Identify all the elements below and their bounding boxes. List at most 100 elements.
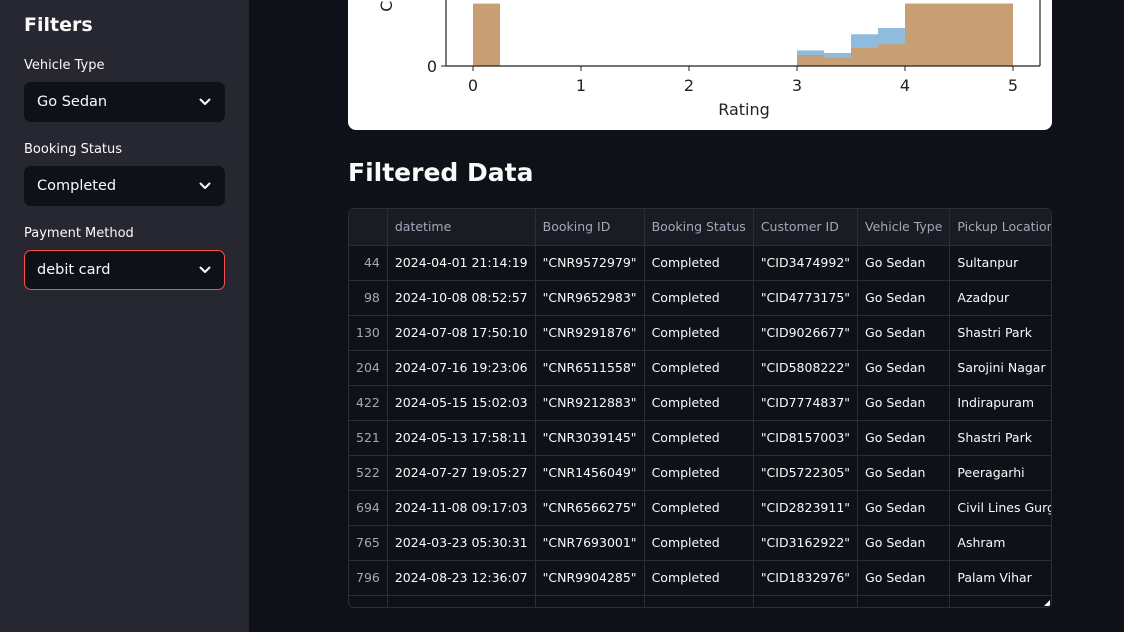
- resize-handle[interactable]: [1044, 600, 1050, 606]
- table-cell[interactable]: Peeragarhi: [949, 455, 1051, 491]
- table-row[interactable]: 522 2024-07-27 19:05:27 "CNR1456049" Comple…: [349, 455, 1051, 491]
- table-header: datetime Booking ID Booking Status Customer…: [349, 209, 1051, 246]
- table-cell[interactable]: Completed: [644, 490, 754, 526]
- table-cell[interactable]: Shastri Park: [949, 315, 1051, 351]
- table-row[interactable]: 98 2024-10-08 08:52:57 "CNR9652983" Complet…: [349, 280, 1051, 316]
- table-cell[interactable]: 2024-04-01 21:14:19: [387, 245, 536, 281]
- table-cell-empty: [349, 595, 388, 607]
- table-cell[interactable]: Sarojini Nagar: [949, 350, 1051, 386]
- table-cell[interactable]: Completed: [644, 350, 754, 386]
- table-cell[interactable]: 2024-07-16 19:23:06: [387, 350, 536, 386]
- table-cell[interactable]: Completed: [644, 245, 754, 281]
- table-cell[interactable]: Azadpur: [949, 280, 1051, 316]
- table-cell[interactable]: 2024-07-27 19:05:27: [387, 455, 536, 491]
- table-cell[interactable]: Go Sedan: [857, 560, 951, 596]
- table-cell[interactable]: "CID2823911": [753, 490, 859, 526]
- row-index-cell[interactable]: 98: [349, 280, 388, 316]
- table-cell[interactable]: Completed: [644, 560, 754, 596]
- table-cell[interactable]: "CNR9652983": [535, 280, 645, 316]
- table-cell[interactable]: "CID9026677": [753, 315, 859, 351]
- vehicle-type-select[interactable]: Go Sedan: [24, 82, 225, 122]
- table-cell[interactable]: "CNR9904285": [535, 560, 645, 596]
- table-cell[interactable]: Palam Vihar: [949, 560, 1051, 596]
- table-cell[interactable]: "CID1832976": [753, 560, 859, 596]
- column-header-vehicle-type[interactable]: Vehicle Type: [857, 209, 951, 246]
- table-cell[interactable]: Go Sedan: [857, 490, 951, 526]
- histogram-bar-s1-7: [959, 3, 986, 67]
- table-cell[interactable]: Completed: [644, 525, 754, 561]
- table-cell[interactable]: 2024-08-23 12:36:07: [387, 560, 536, 596]
- table-cell[interactable]: Go Sedan: [857, 280, 951, 316]
- table-cell[interactable]: Go Sedan: [857, 350, 951, 386]
- row-index-cell[interactable]: 44: [349, 245, 388, 281]
- table-cell[interactable]: "CNR7693001": [535, 525, 645, 561]
- row-index-cell[interactable]: 422: [349, 385, 388, 421]
- row-index-cell[interactable]: 521: [349, 420, 388, 456]
- table-row[interactable]: 44 2024-04-01 21:14:19 "CNR9572979" Complet…: [349, 245, 1051, 281]
- page-title: Filtered Data: [348, 158, 534, 187]
- column-header-customer-id[interactable]: Customer ID: [753, 209, 859, 246]
- table-cell[interactable]: Go Sedan: [857, 420, 951, 456]
- table-cell[interactable]: "CNR6511558": [535, 350, 645, 386]
- payment-method-select[interactable]: debit card: [24, 250, 225, 290]
- row-index-cell[interactable]: 694: [349, 490, 388, 526]
- table-cell[interactable]: Go Sedan: [857, 525, 951, 561]
- row-index-cell[interactable]: 130: [349, 315, 388, 351]
- table-cell[interactable]: Completed: [644, 280, 754, 316]
- table-cell[interactable]: Completed: [644, 420, 754, 456]
- table-cell[interactable]: "CID3162922": [753, 525, 859, 561]
- booking-status-select[interactable]: Completed: [24, 166, 225, 206]
- table-cell[interactable]: "CID4773175": [753, 280, 859, 316]
- table-cell[interactable]: 2024-07-08 17:50:10: [387, 315, 536, 351]
- table-cell[interactable]: "CNR9572979": [535, 245, 645, 281]
- table-cell[interactable]: 2024-03-23 05:30:31: [387, 525, 536, 561]
- table-cell[interactable]: "CID7774837": [753, 385, 859, 421]
- table-cell-empty: [949, 595, 1051, 607]
- row-index-cell[interactable]: 522: [349, 455, 388, 491]
- row-index-cell[interactable]: 796: [349, 560, 388, 596]
- table-cell[interactable]: 2024-10-08 08:52:57: [387, 280, 536, 316]
- sidebar: Filters Vehicle Type Go Sedan Booking St…: [0, 0, 249, 632]
- table-cell[interactable]: "CNR1456049": [535, 455, 645, 491]
- table-cell[interactable]: Completed: [644, 455, 754, 491]
- table-cell[interactable]: 2024-05-13 17:58:11: [387, 420, 536, 456]
- table-cell[interactable]: Completed: [644, 315, 754, 351]
- table-cell[interactable]: Go Sedan: [857, 455, 951, 491]
- payment-method-label: Payment Method: [24, 226, 134, 241]
- table-cell[interactable]: "CID5808222": [753, 350, 859, 386]
- table-cell[interactable]: "CID3474992": [753, 245, 859, 281]
- table-row[interactable]: 130 2024-07-08 17:50:10 "CNR9291876" Comple…: [349, 315, 1051, 351]
- table-cell-empty: [753, 595, 859, 607]
- table-row[interactable]: 204 2024-07-16 19:23:06 "CNR6511558" Comple…: [349, 350, 1051, 386]
- row-index-cell[interactable]: 204: [349, 350, 388, 386]
- column-header-booking-id[interactable]: Booking ID: [535, 209, 645, 246]
- table-cell[interactable]: "CNR9212883": [535, 385, 645, 421]
- table-cell[interactable]: Go Sedan: [857, 385, 951, 421]
- column-header-booking-status[interactable]: Booking Status: [644, 209, 754, 246]
- row-index-cell[interactable]: 765: [349, 525, 388, 561]
- column-header-index[interactable]: [349, 209, 388, 246]
- table-cell[interactable]: "CNR6566275": [535, 490, 645, 526]
- table-cell[interactable]: Go Sedan: [857, 245, 951, 281]
- column-header-pickup-location[interactable]: Pickup Location: [949, 209, 1051, 246]
- table-cell[interactable]: Indirapuram: [949, 385, 1051, 421]
- column-header-datetime[interactable]: datetime: [387, 209, 536, 246]
- data-table[interactable]: datetime Booking ID Booking Status Customer…: [348, 208, 1052, 608]
- table-row[interactable]: 796 2024-08-23 12:36:07 "CNR9904285" Comple…: [349, 560, 1051, 596]
- table-cell[interactable]: "CNR9291876": [535, 315, 645, 351]
- table-cell[interactable]: "CNR3039145": [535, 420, 645, 456]
- table-cell[interactable]: Completed: [644, 385, 754, 421]
- table-cell[interactable]: Civil Lines Gurgaon: [949, 490, 1051, 526]
- table-cell[interactable]: "CID8157003": [753, 420, 859, 456]
- table-cell[interactable]: "CID5722305": [753, 455, 859, 491]
- table-row[interactable]: 521 2024-05-13 17:58:11 "CNR3039145" Comple…: [349, 420, 1051, 456]
- table-cell[interactable]: Go Sedan: [857, 315, 951, 351]
- table-row[interactable]: 765 2024-03-23 05:30:31 "CNR7693001" Comple…: [349, 525, 1051, 561]
- table-cell[interactable]: Ashram: [949, 525, 1051, 561]
- table-row[interactable]: 694 2024-11-08 09:17:03 "CNR6566275" Comple…: [349, 490, 1051, 526]
- table-cell[interactable]: Shastri Park: [949, 420, 1051, 456]
- table-cell[interactable]: Sultanpur: [949, 245, 1051, 281]
- table-cell[interactable]: 2024-05-15 15:02:03: [387, 385, 536, 421]
- table-cell[interactable]: 2024-11-08 09:17:03: [387, 490, 536, 526]
- table-row[interactable]: 422 2024-05-15 15:02:03 "CNR9212883" Comple…: [349, 385, 1051, 421]
